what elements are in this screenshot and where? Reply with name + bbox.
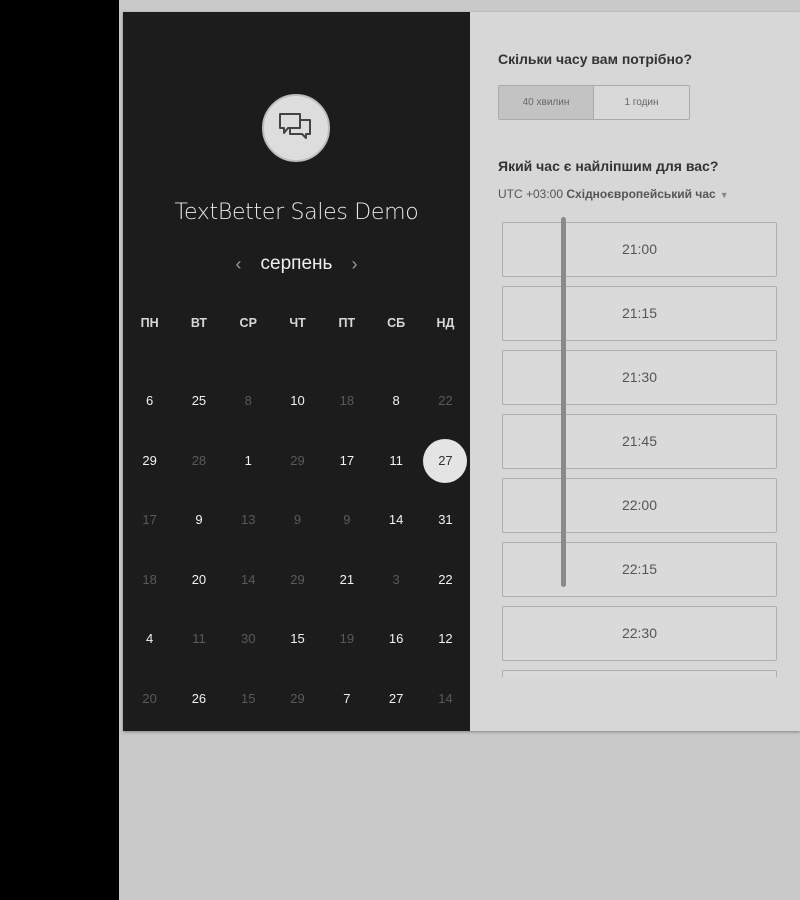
- calendar-day: 3: [392, 571, 400, 587]
- calendar-day[interactable]: 8: [371, 379, 420, 423]
- calendar-week-row: 20 26 15 29 7 27 14: [125, 677, 470, 721]
- calendar-day: 14: [241, 571, 256, 587]
- calendar-week-row: 29 28 1 29 17 11 27: [125, 438, 470, 483]
- calendar-day[interactable]: 17: [322, 439, 371, 483]
- calendar-day: 20: [142, 691, 157, 706]
- calendar-week-row: 4 11 30 15 19 16 12: [125, 617, 470, 661]
- time-slot-button[interactable]: 22:30: [502, 606, 777, 661]
- calendar-day[interactable]: 26: [174, 677, 223, 721]
- duration-question: Скільки часу вам потрібно?: [498, 51, 693, 67]
- calendar-day[interactable]: 12: [421, 617, 470, 661]
- calendar-day[interactable]: 6: [125, 379, 174, 423]
- calendar-day[interactable]: 15: [273, 617, 322, 661]
- calendar-day[interactable]: 25: [174, 379, 223, 423]
- time-selection-panel: Скільки часу вам потрібно? 40 хвилин 1 г…: [470, 12, 800, 731]
- time-slot-button[interactable]: 21:45: [502, 414, 777, 469]
- calendar-day-label: 27: [423, 438, 468, 483]
- duration-option-1hour[interactable]: 1 годин: [594, 86, 689, 119]
- calendar-day[interactable]: 7: [322, 677, 371, 721]
- calendar-week-row: 6 25 8 10 18 8 22: [125, 379, 470, 423]
- time-question: Який час є найліпшим для вас?: [498, 158, 719, 174]
- weekday-label: ЧТ: [289, 316, 306, 330]
- calendar-day: 9: [343, 512, 351, 528]
- weekday-label: ПТ: [338, 316, 356, 330]
- duration-option-40min[interactable]: 40 хвилин: [499, 86, 594, 119]
- weekday-label: СР: [239, 316, 257, 330]
- weekday-label: СБ: [387, 316, 406, 330]
- month-label: серпень: [260, 253, 333, 274]
- scheduling-widget: TextBetter Sales Demo ‹ серпень › ПН ВТ …: [123, 12, 800, 731]
- calendar-day[interactable]: 20: [174, 558, 223, 602]
- weekday-label: ВТ: [190, 316, 208, 330]
- timezone-selector[interactable]: UTC +03:00 Східноєвропейський час ▼: [498, 187, 729, 201]
- caret-down-icon: ▼: [719, 190, 729, 200]
- weekday-label: НД: [436, 316, 455, 330]
- chat-bubbles-icon: [279, 113, 311, 139]
- calendar-week-row: 18 20 14 29 21 3 22: [125, 558, 470, 602]
- calendar-day[interactable]: 11: [371, 439, 420, 483]
- weekday-label: ПН: [140, 316, 159, 330]
- calendar-day: 29: [290, 452, 305, 468]
- calendar-week-row: 17 9 13 9 9 14 31: [125, 498, 470, 542]
- timezone-name: Східноєвропейський час: [566, 187, 716, 201]
- calendar-day[interactable]: 9: [174, 498, 223, 542]
- calendar-day[interactable]: 10: [273, 379, 322, 423]
- time-slot-button[interactable]: 21:30: [502, 350, 777, 405]
- calendar-day: 18: [339, 393, 355, 408]
- month-navigation: ‹ серпень ›: [123, 250, 470, 278]
- time-slot-button[interactable]: [502, 670, 777, 677]
- calendar-day[interactable]: 21: [322, 558, 371, 602]
- time-slot-button[interactable]: 21:15: [502, 286, 777, 341]
- calendar-day: 29: [290, 571, 305, 587]
- calendar-day[interactable]: 29: [125, 439, 174, 483]
- calendar-day[interactable]: 22: [421, 558, 470, 602]
- calendar-panel: TextBetter Sales Demo ‹ серпень › ПН ВТ …: [123, 12, 470, 731]
- time-slot-button[interactable]: 21:00: [502, 222, 777, 277]
- calendar-day: 28: [191, 452, 207, 468]
- calendar-day: 17: [142, 512, 157, 528]
- time-slot-button[interactable]: 22:15: [502, 542, 777, 597]
- calendar-day[interactable]: 16: [371, 617, 420, 661]
- timezone-offset: UTC +03:00: [498, 187, 564, 201]
- event-title: TextBetter Sales Demo: [174, 200, 419, 225]
- calendar-day-selected[interactable]: 27: [421, 438, 470, 483]
- calendar-day[interactable]: 4: [125, 617, 174, 661]
- time-slot-button[interactable]: 22:00: [502, 478, 777, 533]
- calendar-day[interactable]: 31: [421, 498, 470, 542]
- calendar-day: 29: [290, 691, 305, 706]
- slot-list-scrollbar[interactable]: [561, 217, 566, 587]
- chevron-left-icon[interactable]: ‹: [229, 254, 249, 275]
- weekday-header: ПН ВТ СР ЧТ ПТ СБ НД: [125, 316, 470, 330]
- chevron-right-icon[interactable]: ›: [344, 254, 364, 275]
- duration-selector: 40 хвилин 1 годин: [498, 85, 690, 120]
- calendar-day: 18: [142, 571, 157, 587]
- calendar-day[interactable]: 1: [224, 439, 273, 483]
- calendar-day: 30: [241, 631, 256, 647]
- time-slot-list: 21:00 21:15 21:30 21:45 22:00 22:15 22:30: [502, 222, 777, 677]
- calendar-day: 11: [192, 631, 206, 647]
- calendar-day: 22: [438, 393, 453, 408]
- calendar-day[interactable]: 27: [371, 677, 420, 721]
- calendar-day: 8: [244, 393, 252, 408]
- calendar-day: 14: [438, 691, 453, 706]
- calendar-day: 15: [241, 691, 256, 706]
- calendar-day: 9: [293, 512, 302, 528]
- calendar-day: 19: [339, 631, 355, 647]
- event-logo: [262, 94, 330, 162]
- calendar-day[interactable]: 14: [371, 498, 420, 542]
- calendar-day: 13: [241, 512, 256, 528]
